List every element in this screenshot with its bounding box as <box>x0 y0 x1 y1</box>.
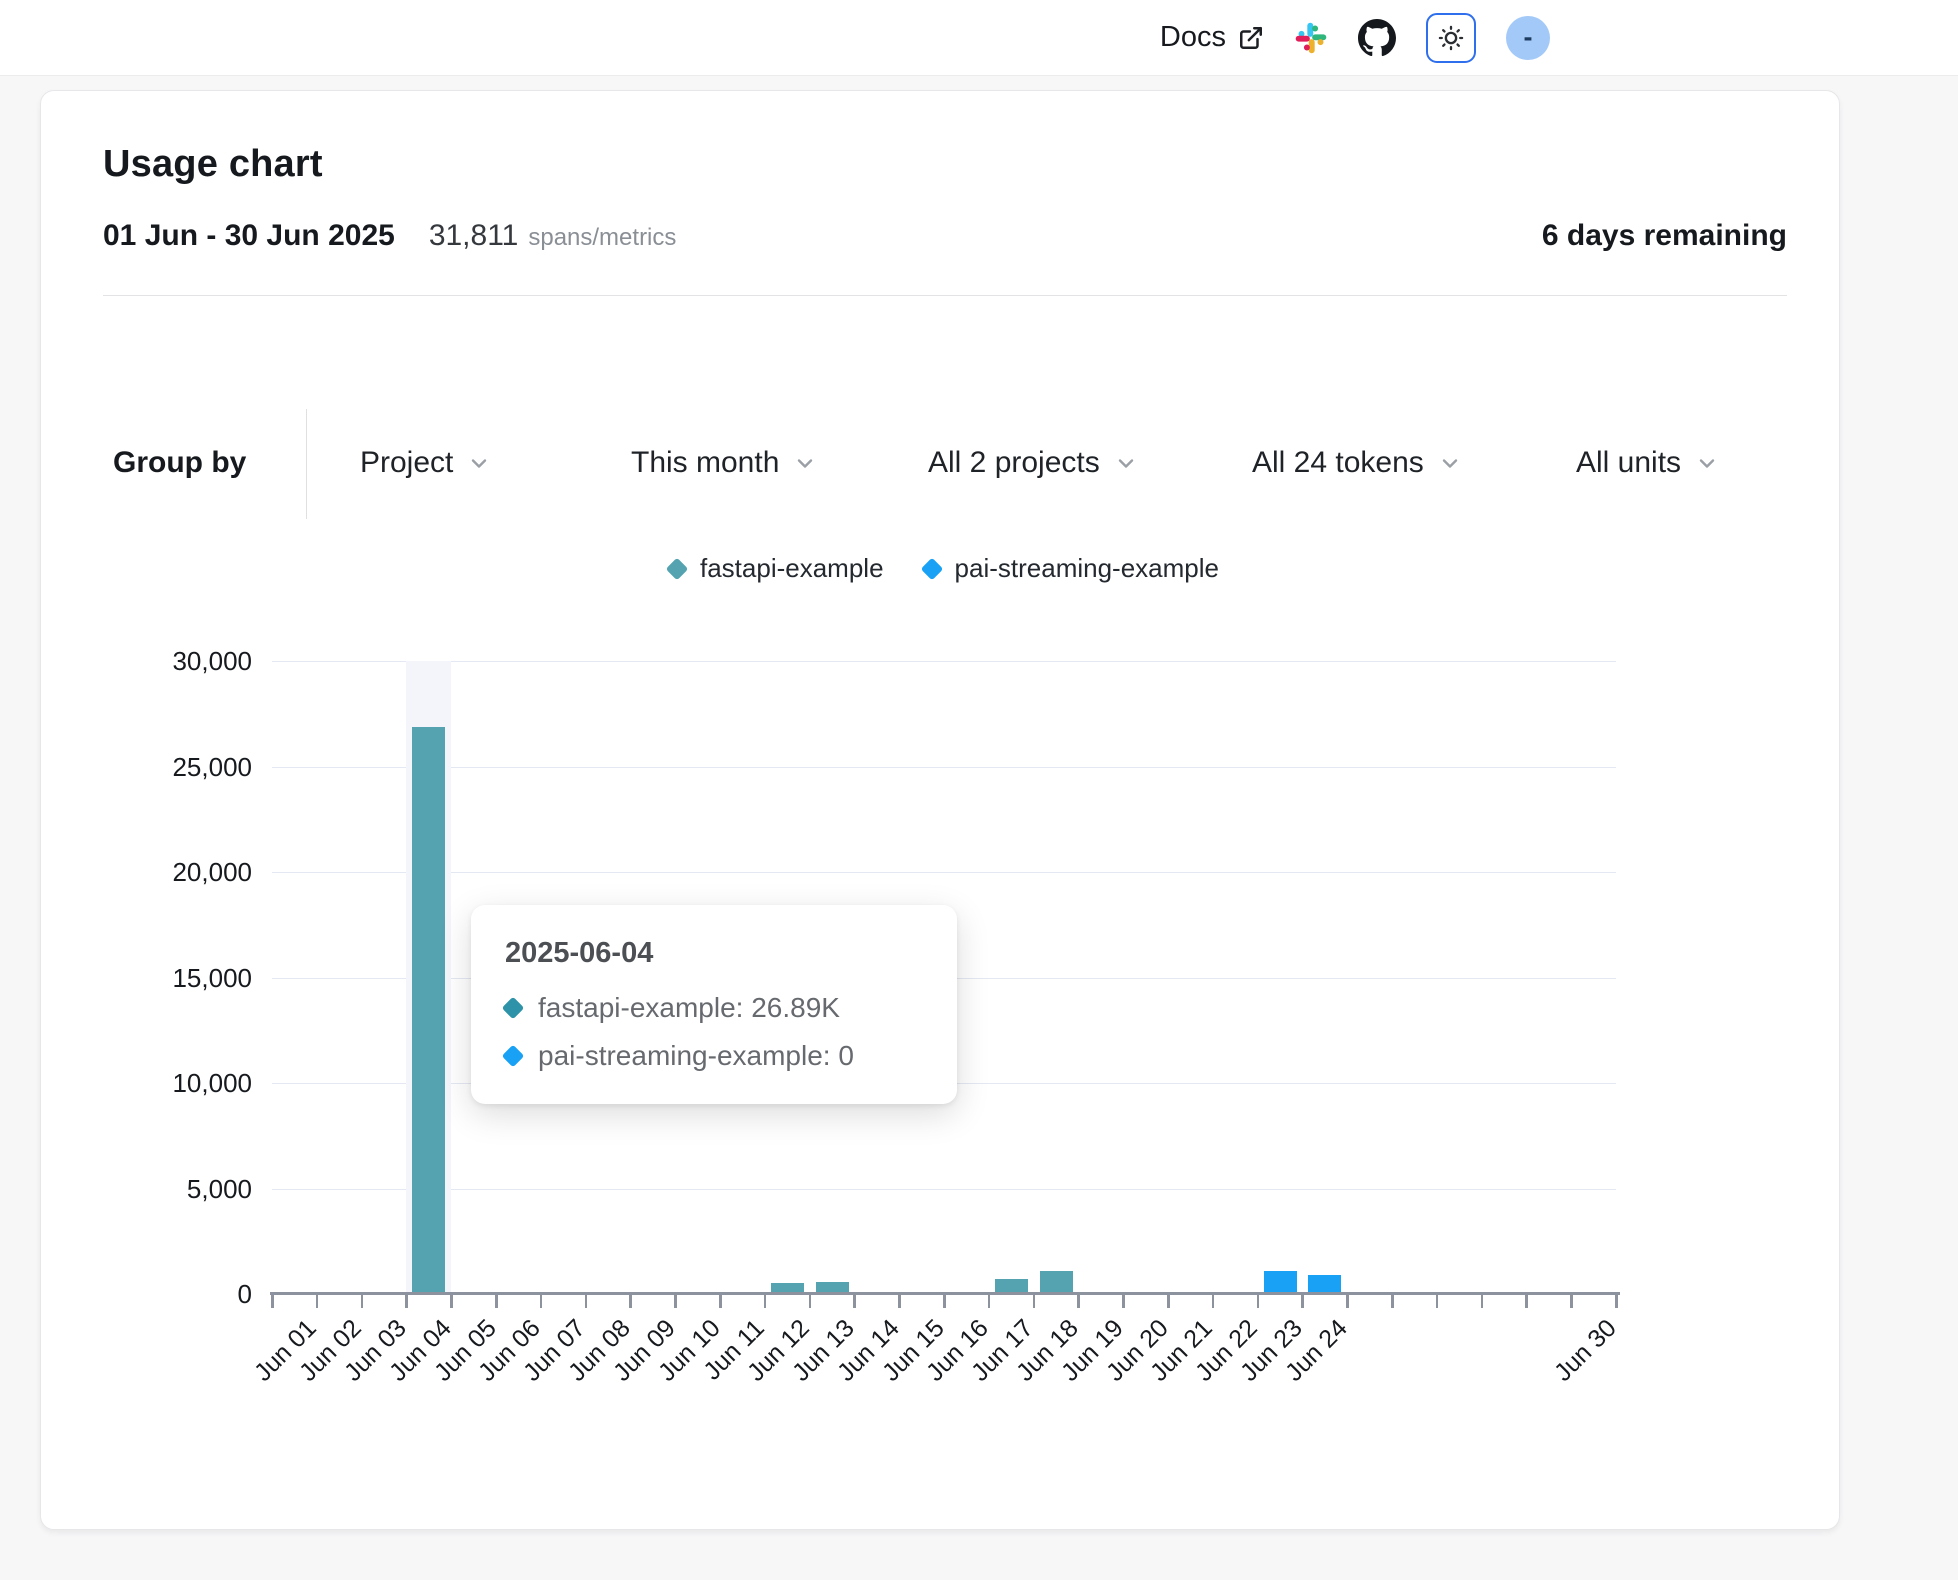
total-count: 31,811 <box>429 219 519 253</box>
x-axis-tick <box>1301 1295 1304 1308</box>
sun-icon <box>1437 24 1465 52</box>
theme-toggle-button[interactable] <box>1426 13 1476 63</box>
github-icon[interactable] <box>1358 19 1396 57</box>
filter-dropdown-all-units[interactable]: All units <box>1576 446 1719 480</box>
gridline <box>272 872 1616 873</box>
chevron-down-icon <box>467 451 491 475</box>
x-axis-tick <box>1391 1295 1394 1308</box>
slack-icon[interactable] <box>1294 21 1328 55</box>
x-axis-tick <box>1257 1295 1260 1308</box>
x-axis-tick <box>1346 1295 1349 1308</box>
x-axis-tick <box>988 1295 991 1308</box>
tooltip-diamond-icon <box>502 997 525 1020</box>
days-remaining: 6 days remaining <box>1542 219 1787 253</box>
filter-dropdown-all-24-tokens[interactable]: All 24 tokens <box>1252 446 1462 480</box>
gridline <box>272 767 1616 768</box>
chevron-down-icon <box>1695 451 1719 475</box>
date-range: 01 Jun - 30 Jun 2025 <box>103 219 395 253</box>
y-axis-label: 5,000 <box>122 1174 252 1205</box>
dropdown-value: All 24 tokens <box>1252 446 1424 480</box>
x-axis-tick <box>853 1295 856 1308</box>
legend-diamond-icon <box>920 557 943 580</box>
y-axis-label: 15,000 <box>122 963 252 994</box>
avatar-label: - <box>1524 22 1533 53</box>
x-axis-tick <box>1525 1295 1528 1308</box>
x-axis-tick <box>316 1295 319 1308</box>
avatar[interactable]: - <box>1506 16 1550 60</box>
x-axis-tick <box>1167 1295 1170 1308</box>
dropdown-value: Project <box>360 446 453 480</box>
page-title: Usage chart <box>103 143 323 186</box>
x-axis-tick <box>1436 1295 1439 1308</box>
x-axis-tick <box>1570 1295 1573 1308</box>
x-axis-tick <box>361 1295 364 1308</box>
x-axis-tick <box>540 1295 543 1308</box>
legend-label: pai-streaming-example <box>955 553 1219 584</box>
tooltip-row-pai-streaming-example: pai-streaming-example: 0 <box>505 1040 923 1072</box>
x-axis-tick <box>495 1295 498 1308</box>
dropdown-value: This month <box>631 446 779 480</box>
filter-dropdown-all-2-projects[interactable]: All 2 projects <box>928 446 1138 480</box>
tooltip-date: 2025-06-04 <box>505 937 923 970</box>
docs-link-label: Docs <box>1160 21 1226 54</box>
y-axis-label: 10,000 <box>122 1068 252 1099</box>
tooltip-diamond-icon <box>502 1045 525 1068</box>
chevron-down-icon <box>793 451 817 475</box>
x-axis-tick <box>450 1295 453 1308</box>
usage-card: Usage chart 01 Jun - 30 Jun 2025 31,811 … <box>40 90 1840 1530</box>
y-axis-label: 25,000 <box>122 752 252 783</box>
usage-summary-row: 01 Jun - 30 Jun 2025 31,811 spans/metric… <box>103 219 1787 253</box>
chevron-down-icon <box>1114 451 1138 475</box>
dropdown-value: All units <box>1576 446 1681 480</box>
x-axis-tick <box>898 1295 901 1308</box>
x-axis-tick <box>629 1295 632 1308</box>
divider <box>103 295 1787 296</box>
legend-label: fastapi-example <box>700 553 884 584</box>
x-axis-tick <box>1615 1295 1618 1308</box>
x-axis-tick <box>943 1295 946 1308</box>
top-header: Docs <box>0 0 1958 76</box>
filter-dropdown-project[interactable]: Project <box>360 446 491 480</box>
gridline <box>272 661 1616 662</box>
x-axis-tick <box>1033 1295 1036 1308</box>
chart-legend: fastapi-example pai-streaming-example <box>272 553 1616 584</box>
x-axis-tick <box>809 1295 812 1308</box>
legend-diamond-icon <box>666 557 689 580</box>
x-axis-tick <box>1077 1295 1080 1308</box>
dropdown-value: All 2 projects <box>928 446 1100 480</box>
x-axis-tick <box>764 1295 767 1308</box>
docs-link[interactable]: Docs <box>1160 21 1264 54</box>
bar-pai-streaming-example-jun-23[interactable] <box>1264 1271 1297 1294</box>
x-axis-tick <box>405 1295 408 1308</box>
tooltip-row-text: fastapi-example: 26.89K <box>538 992 840 1024</box>
gridline <box>272 1189 1616 1190</box>
chevron-down-icon <box>1438 451 1462 475</box>
y-axis-label: 30,000 <box>122 646 252 677</box>
tooltip-row-text: pai-streaming-example: 0 <box>538 1040 854 1072</box>
tooltip-row-fastapi-example: fastapi-example: 26.89K <box>505 992 923 1024</box>
filter-dropdown-this-month[interactable]: This month <box>631 446 817 480</box>
x-axis-tick <box>585 1295 588 1308</box>
y-axis-label: 20,000 <box>122 857 252 888</box>
x-axis-label: Jun 30 <box>1460 1314 1622 1476</box>
y-axis-label: 0 <box>122 1279 252 1310</box>
x-axis-tick <box>719 1295 722 1308</box>
group-by-label: Group by <box>113 446 246 480</box>
legend-item-pai-streaming-example[interactable]: pai-streaming-example <box>924 553 1219 584</box>
chart-tooltip: 2025-06-04 fastapi-example: 26.89K pai-st… <box>471 905 957 1104</box>
x-axis-tick <box>1212 1295 1215 1308</box>
page: Docs <box>0 0 1958 1580</box>
x-axis-tick <box>674 1295 677 1308</box>
total-unit-label: spans/metrics <box>528 224 676 252</box>
x-axis-tick <box>1481 1295 1484 1308</box>
vertical-divider <box>306 409 307 519</box>
legend-item-fastapi-example[interactable]: fastapi-example <box>669 553 884 584</box>
bar-fastapi-example-jun-18[interactable] <box>1040 1271 1073 1294</box>
external-link-icon <box>1238 25 1264 51</box>
bar-fastapi-example-jun-04[interactable] <box>412 727 445 1294</box>
x-axis-tick <box>1122 1295 1125 1308</box>
filter-row: Group by Project This month All 2 projects… <box>41 431 1841 497</box>
x-axis-tick <box>271 1295 274 1308</box>
